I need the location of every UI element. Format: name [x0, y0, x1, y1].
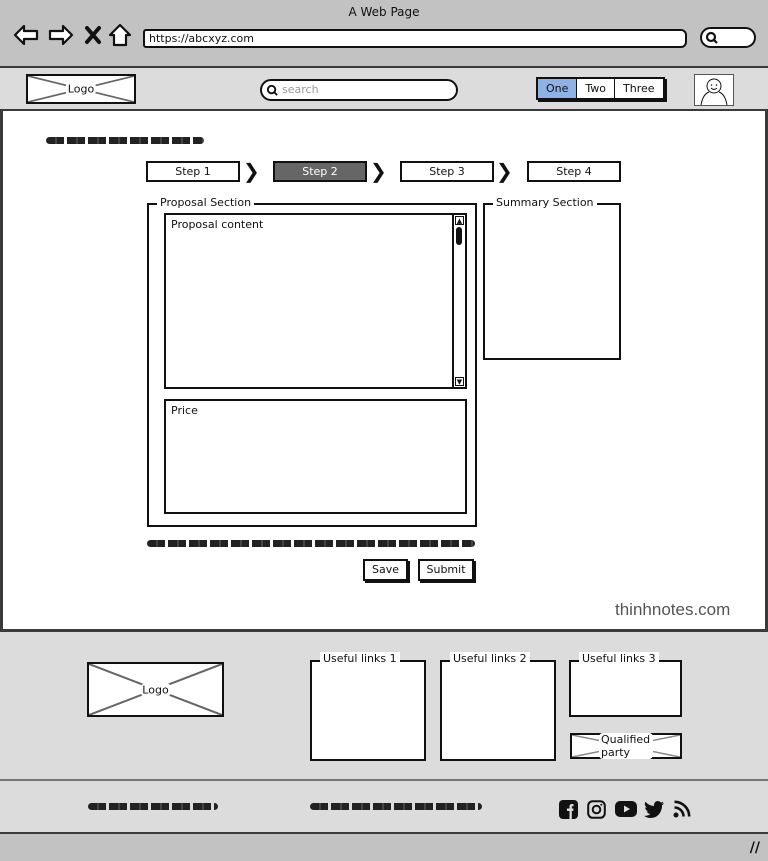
step-2[interactable]: Step 2 — [273, 161, 367, 182]
instagram-icon[interactable] — [586, 799, 606, 819]
chevron-right-icon: ❯ — [496, 159, 513, 183]
useful-links-3-legend: Useful links 3 — [579, 652, 659, 665]
footer-logo[interactable]: Logo — [87, 662, 224, 717]
tab-two[interactable]: Two — [577, 79, 616, 98]
footer-bottom-bar — [0, 779, 768, 834]
window-title: A Web Page — [348, 5, 420, 19]
copyright-text-placeholder — [88, 803, 218, 810]
note-text-placeholder — [147, 540, 475, 547]
search-placeholder: search — [282, 83, 319, 96]
site-header: Logo search One Two Three — [0, 68, 768, 111]
watermark: thinhnotes.com — [615, 600, 731, 619]
close-x-icon[interactable] — [80, 22, 106, 48]
twitter-icon[interactable] — [644, 799, 664, 819]
search-icon — [705, 31, 718, 44]
summary-section-legend: Summary Section — [493, 196, 597, 209]
facebook-icon[interactable] — [558, 799, 578, 819]
useful-links-2-legend: Useful links 2 — [450, 652, 530, 665]
rss-icon[interactable] — [672, 799, 692, 819]
submit-button[interactable]: Submit — [418, 559, 474, 581]
youtube-icon[interactable] — [614, 799, 638, 819]
chevron-right-icon: ❯ — [243, 159, 260, 183]
search-icon — [266, 84, 278, 96]
qualified-party-badge[interactable]: Qualified party — [570, 733, 682, 759]
resize-grip-icon[interactable]: // — [750, 840, 760, 856]
user-icon — [700, 78, 728, 106]
vertical-scrollbar[interactable]: ▲ ▼ — [452, 215, 465, 387]
user-avatar[interactable] — [694, 74, 734, 106]
useful-links-1: Useful links 1 — [310, 652, 426, 761]
proposal-content-label: Proposal content — [171, 218, 264, 231]
save-button[interactable]: Save — [363, 559, 408, 581]
proposal-section-legend: Proposal Section — [157, 196, 255, 209]
step-1[interactable]: Step 1 — [146, 161, 240, 182]
browser-chrome: A Web Page https://abcxyz.com — [0, 0, 768, 68]
chevron-right-icon: ❯ — [370, 159, 387, 183]
url-bar[interactable]: https://abcxyz.com — [143, 29, 687, 48]
browser-search-button[interactable] — [700, 27, 756, 48]
price-textarea[interactable]: Price — [164, 399, 467, 514]
step-3[interactable]: Step 3 — [400, 161, 494, 182]
qualified-party-label: Qualified party — [599, 733, 653, 759]
back-arrow-icon[interactable] — [13, 22, 39, 48]
scroll-down-icon[interactable]: ▼ — [455, 377, 464, 386]
proposal-content-textarea[interactable]: Proposal content ▲ ▼ — [164, 213, 467, 389]
address-text-placeholder — [310, 803, 482, 810]
tab-group: One Two Three — [536, 77, 665, 100]
logo-label: Logo — [65, 82, 97, 96]
price-label: Price — [171, 404, 198, 417]
step-4[interactable]: Step 4 — [527, 161, 621, 182]
summary-section: Summary Section — [483, 196, 621, 360]
tab-three[interactable]: Three — [615, 79, 663, 98]
header-logo[interactable]: Logo — [26, 74, 136, 104]
proposal-section: Proposal Section Proposal content ▲ ▼ Pr… — [147, 196, 477, 527]
scroll-up-icon[interactable]: ▲ — [455, 216, 464, 225]
useful-links-3: Useful links 3 — [569, 652, 682, 717]
useful-links-2: Useful links 2 — [440, 652, 556, 761]
logo-label: Logo — [140, 683, 171, 696]
forward-arrow-icon[interactable] — [48, 22, 74, 48]
scroll-thumb[interactable] — [456, 227, 462, 245]
search-input[interactable]: search — [260, 79, 458, 101]
home-icon[interactable] — [107, 22, 133, 48]
tab-one[interactable]: One — [538, 79, 578, 98]
status-bar: // — [0, 834, 768, 861]
useful-links-1-legend: Useful links 1 — [320, 652, 400, 665]
intro-text-placeholder — [46, 137, 204, 144]
